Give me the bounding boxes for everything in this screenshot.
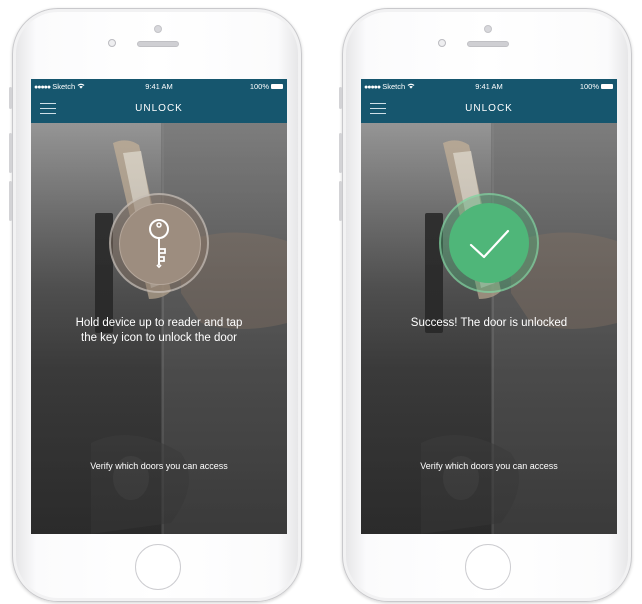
front-camera [154,25,162,33]
status-bar: ●●●●● Sketch 9:41 AM 100% [31,79,287,94]
volume-down-button [339,181,342,221]
status-time: 9:41 AM [475,82,503,91]
verify-doors-link[interactable]: Verify which doors you can access [361,461,617,471]
earpiece-speaker [137,41,179,47]
battery-indicator: 100% [250,82,283,91]
phone-frame-right: ●●●●● Sketch 9:41 AM 100% UNLOCK Success… [339,8,632,602]
unlock-success-indicator [439,193,539,293]
home-button[interactable] [465,544,511,590]
success-line-1: Success! The door is unlocked [410,317,568,329]
battery-icon [271,84,283,89]
instruction-line-2: the key icon to unlock the door [81,332,237,344]
mute-switch [339,87,342,109]
verify-doors-link[interactable]: Verify which doors you can access [31,461,287,471]
instruction-message: Hold device up to reader and tap the key… [41,316,277,346]
battery-icon [601,84,613,89]
home-button[interactable] [135,544,181,590]
checkmark-icon [469,229,510,259]
sensor [108,39,116,47]
mute-switch [9,87,12,109]
nav-bar: UNLOCK [361,94,617,123]
nav-title: UNLOCK [465,103,513,114]
volume-up-button [339,133,342,173]
phone-frame-left: ●●●●● Sketch 9:41 AM 100% UNLOCK Hold de… [9,8,302,602]
battery-percent: 100% [249,82,269,91]
screen-unlock-prompt: ●●●●● Sketch 9:41 AM 100% UNLOCK Hold de… [31,79,287,534]
front-camera [484,25,492,33]
screen-unlock-success: ●●●●● Sketch 9:41 AM 100% UNLOCK Success… [361,79,617,534]
nav-bar: UNLOCK [31,94,287,123]
sensor [438,39,446,47]
key-icon [149,219,169,269]
volume-down-button [9,181,12,221]
status-bar: ●●●●● Sketch 9:41 AM 100% [361,79,617,94]
volume-up-button [9,133,12,173]
battery-percent: 100% [579,82,599,91]
nav-title: UNLOCK [135,103,183,114]
battery-indicator: 100% [580,82,613,91]
instruction-line-1: Hold device up to reader and tap [75,317,243,329]
unlock-key-button[interactable] [109,193,209,293]
status-time: 9:41 AM [145,82,173,91]
success-message: Success! The door is unlocked [371,316,607,331]
earpiece-speaker [467,41,509,47]
